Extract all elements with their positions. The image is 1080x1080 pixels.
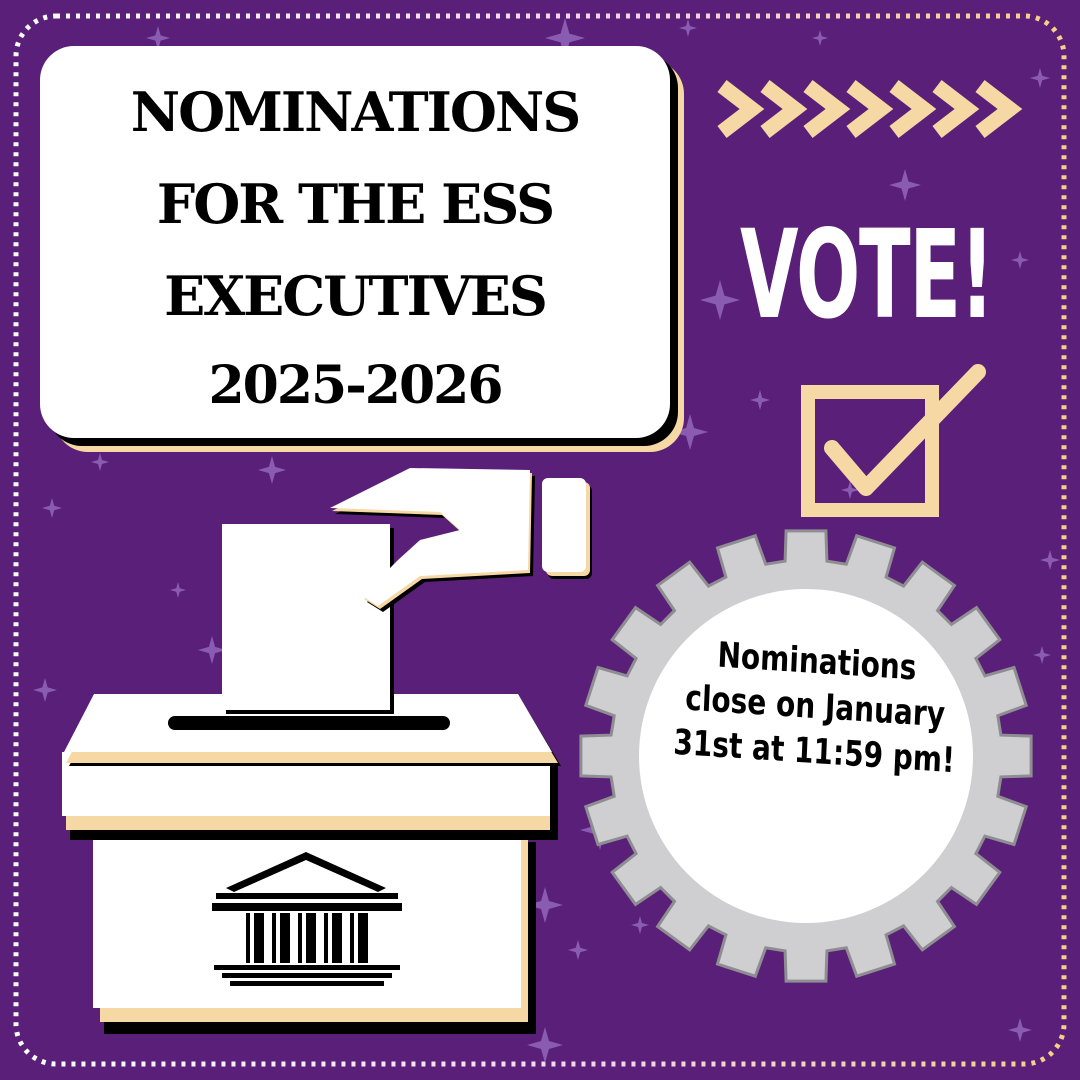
title-line-4: 2025-2026 [208, 355, 503, 416]
sparkle-star-icon [672, 414, 708, 450]
sparkle-star-icon [889, 169, 921, 201]
title-line-1: NOMINATIONS [130, 80, 582, 144]
sparkle-star-icon [33, 678, 57, 702]
sparkle-star-icon [750, 390, 770, 410]
poster: NOMINATIONS FOR THE ESS EXECUTIVES 2025-… [0, 0, 1080, 1080]
vote-heading: VOTE! [740, 204, 994, 346]
sparkle-star-icon [1008, 1018, 1032, 1042]
sparkle-star-icon [1011, 251, 1029, 269]
title-line-3: EXECUTIVES [164, 264, 548, 328]
sparkle-star-icon [258, 456, 286, 484]
sparkle-star-icon [700, 280, 740, 320]
sparkle-star-icon [631, 916, 649, 934]
sparkle-star-icon [568, 940, 588, 960]
sparkle-star-icon [198, 636, 226, 664]
hand-ballot-icon [222, 468, 592, 714]
sparkle-star-icon [812, 30, 828, 46]
sparkle-star-icon [1040, 550, 1060, 570]
title-line-2: FOR THE ESS [156, 172, 555, 236]
checkbox-check-icon [801, 364, 986, 517]
title-card: NOMINATIONS FOR THE ESS EXECUTIVES 2025-… [40, 46, 670, 438]
sparkle-star-icon [91, 453, 109, 471]
deadline-text: Nominations close on January 31st at 11:… [672, 631, 957, 784]
sparkle-star-icon [679, 19, 697, 37]
sparkle-star-icon [1030, 68, 1050, 88]
sparkle-star-icon [1033, 646, 1051, 664]
sparkle-star-icon [42, 498, 62, 518]
chevron-arrows-icon [717, 80, 1023, 138]
sparkle-star-icon [170, 582, 186, 598]
